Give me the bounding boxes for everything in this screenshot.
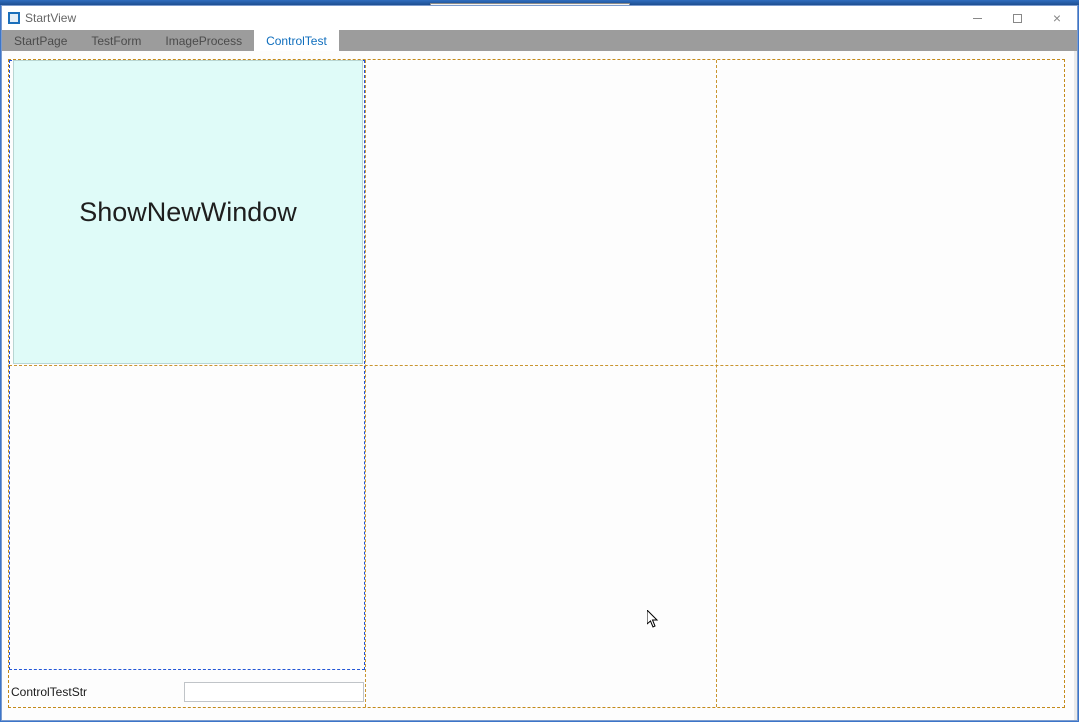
grid-column-line: [716, 60, 717, 707]
titlebar[interactable]: StartView ×: [2, 6, 1077, 30]
window-controls: ×: [957, 6, 1077, 30]
tab-label: ControlTest: [266, 34, 327, 48]
tab-bar: StartPage TestForm ImageProcess ControlT…: [2, 30, 1077, 51]
designer-grid[interactable]: ShowNewWindow ControlTestStr: [8, 59, 1065, 708]
close-button[interactable]: ×: [1037, 6, 1077, 30]
app-window: StartView × StartPage TestForm ImageProc…: [1, 5, 1078, 721]
big-button-label: ShowNewWindow: [79, 197, 297, 228]
show-new-window-button[interactable]: ShowNewWindow: [13, 60, 363, 364]
control-textbox[interactable]: [184, 682, 364, 702]
tab-label: TestForm: [91, 34, 141, 48]
tab-testform[interactable]: TestForm: [79, 30, 153, 51]
tab-label: ImageProcess: [165, 34, 242, 48]
right-scroll-edge[interactable]: [1074, 51, 1077, 720]
tab-startpage[interactable]: StartPage: [2, 30, 79, 51]
minimize-icon: [973, 18, 982, 19]
tab-imageprocess[interactable]: ImageProcess: [153, 30, 254, 51]
client-area: ShowNewWindow ControlTestStr: [2, 51, 1077, 720]
maximize-icon: [1013, 14, 1022, 23]
window-title: StartView: [25, 11, 76, 25]
window-icon: [8, 12, 20, 24]
grid-column-line: [365, 60, 366, 707]
maximize-button[interactable]: [997, 6, 1037, 30]
tab-controltest[interactable]: ControlTest: [254, 30, 339, 51]
control-label: ControlTestStr: [11, 685, 87, 699]
tab-label: StartPage: [14, 34, 67, 48]
minimize-button[interactable]: [957, 6, 997, 30]
close-icon: ×: [1053, 11, 1061, 25]
